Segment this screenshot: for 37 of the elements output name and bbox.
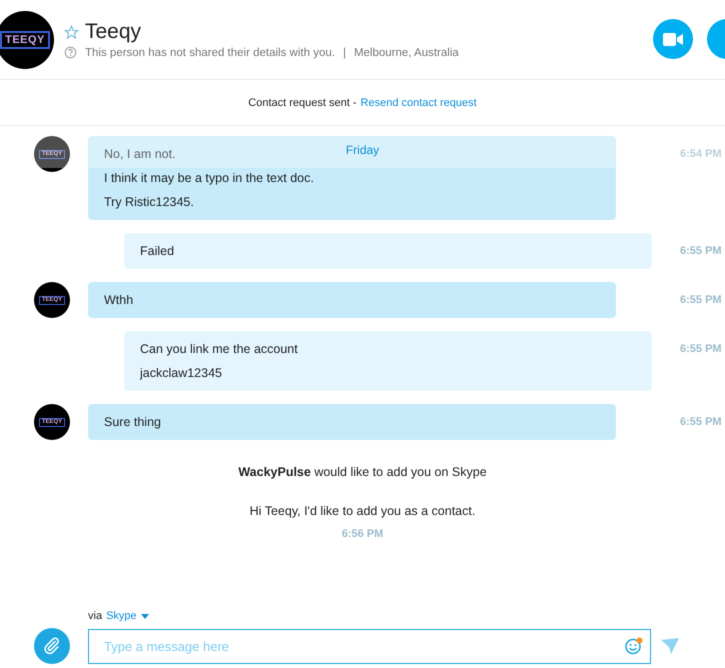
avatar-logo: TEEQY [0,30,50,48]
message-time: 6:55 PM [680,416,722,428]
attach-button[interactable] [34,628,70,664]
resend-request-link[interactable]: Resend contact request [360,96,477,108]
message-time: 6:55 PM [680,245,722,257]
contact-name: Teeqy [85,20,142,44]
message-text: Wthh [104,292,134,309]
message-text: Sure thing [104,414,161,431]
paperclip-icon [43,637,61,655]
message-text: No, I am not. [104,146,176,163]
service-dropdown[interactable]: Skype [106,610,149,622]
message-time: 6:56 PM [342,528,384,540]
message-text: Failed [140,243,174,260]
caret-icon [140,614,149,618]
via-label: via [88,610,102,622]
date-label: Friday [346,142,380,156]
video-camera-icon [663,32,683,46]
message-time: 6:55 PM [680,294,722,306]
request-message: Hi Teeqy, I'd like to add you as a contact. [250,504,476,518]
status-text: This person has not shared their details with you. [85,46,335,58]
video-call-button[interactable] [653,19,693,59]
request-title: WackyPulse would like to add you on Skype [238,465,487,479]
location-text: Melbourne, Australia [354,46,459,58]
message-time: 6:54 PM [680,148,722,160]
send-icon [661,638,679,654]
help-icon [64,46,77,59]
request-status: Contact request sent - [248,96,357,108]
message-text: Can you link me the account [140,341,298,358]
message-text: jackclaw12345 [140,365,222,382]
emoji-button[interactable] [625,636,643,654]
message-text: I think it may be a typo in the text doc. [104,170,314,187]
message-input[interactable]: Type a message here [88,628,651,664]
message-text: Try Ristic12345. [104,194,194,211]
star-icon[interactable] [64,24,79,40]
separator: | [342,46,346,58]
message-time: 6:55 PM [680,343,722,355]
send-button[interactable] [661,638,679,654]
